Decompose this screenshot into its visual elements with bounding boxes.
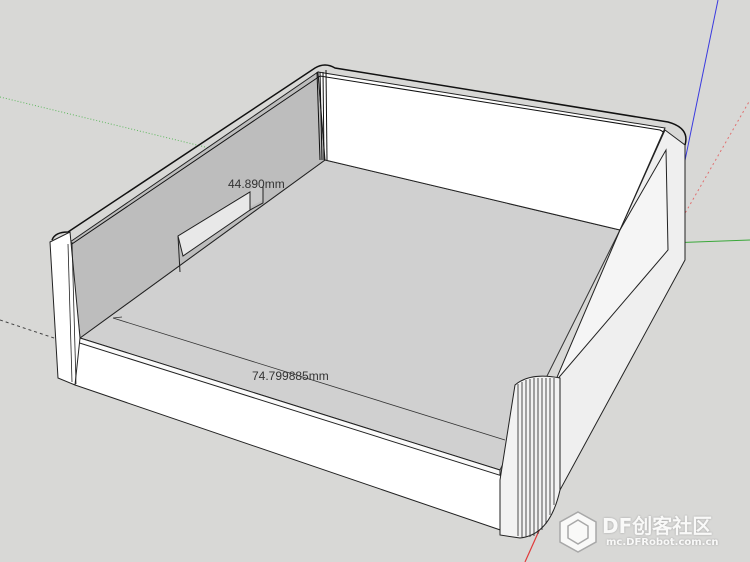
model-scene[interactable]: 74.799885mm 44.890mm [0, 0, 750, 562]
3d-viewport[interactable]: 74.799885mm 44.890mm DF创客社区 mc.DFRobot.c… [0, 0, 750, 562]
dimension-height[interactable]: 44.890mm [228, 177, 285, 191]
watermark-url: mc.DFRobot.com.cn [606, 537, 719, 548]
dimension-width-label: 74.799885mm [252, 369, 329, 383]
watermark: DF创客社区 mc.DFRobot.com.cn [554, 506, 744, 556]
watermark-brand: DF创客社区 [602, 514, 713, 538]
dimension-height-label: 44.890mm [228, 177, 285, 191]
dfrobot-logo-icon [559, 511, 597, 553]
